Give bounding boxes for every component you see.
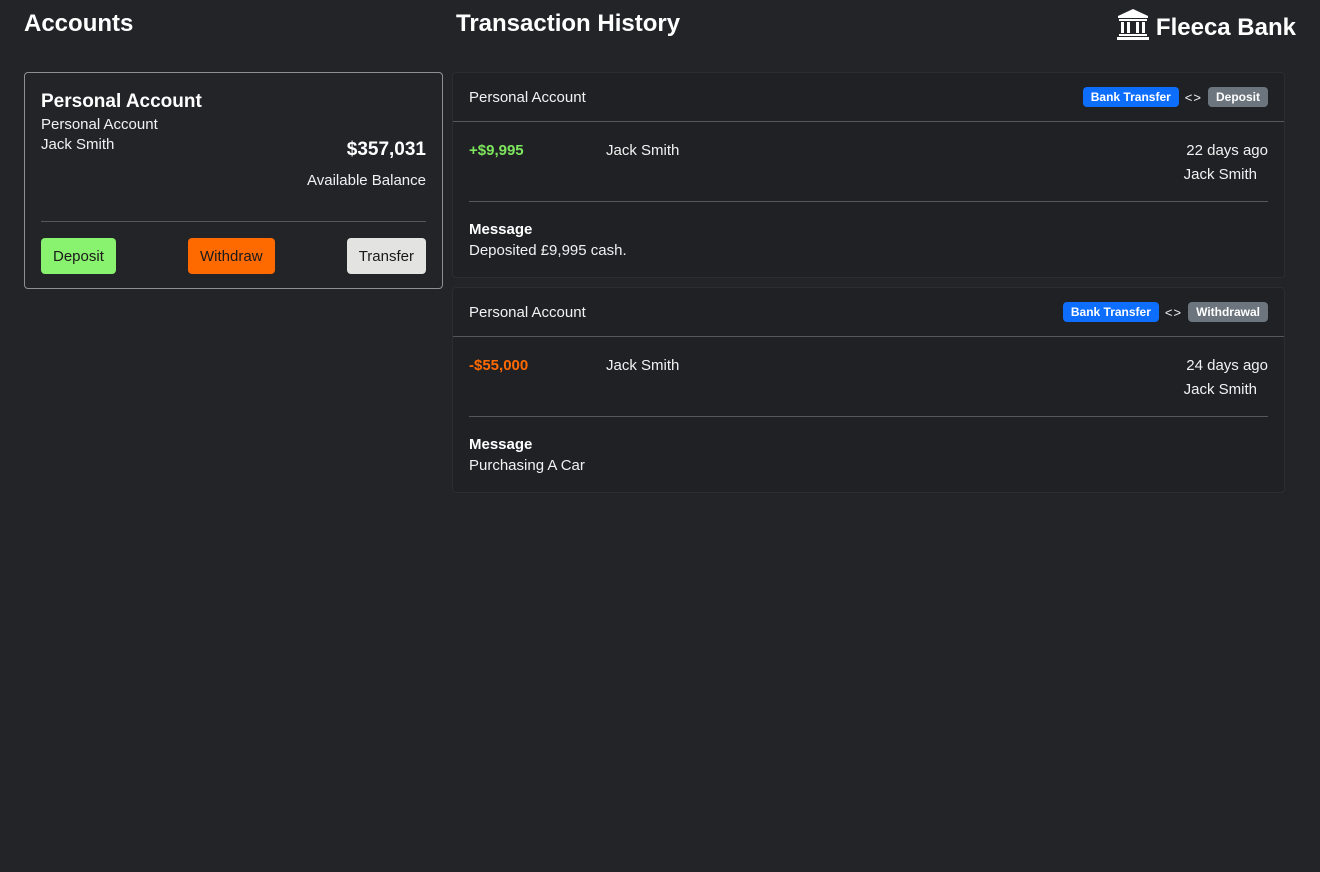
transaction-amount: +$9,995 xyxy=(469,142,524,159)
transaction-account: Personal Account xyxy=(469,303,586,321)
transfer-button[interactable]: Transfer xyxy=(346,238,426,274)
account-divider xyxy=(41,221,426,222)
transaction-badges: Bank Transfer <> Deposit xyxy=(1082,87,1268,107)
transaction-party: Jack Smith xyxy=(606,357,680,374)
direction-arrows: <> xyxy=(1164,304,1183,320)
transaction-issuer: Jack Smith xyxy=(1183,381,1257,398)
balance-label: Available Balance xyxy=(307,172,426,189)
message-text: Purchasing A Car xyxy=(469,457,585,474)
withdraw-button[interactable]: Withdraw xyxy=(188,238,275,274)
transaction-message: Message Deposited £9,995 cash. xyxy=(453,202,1284,261)
brand-logo: Fleeca Bank xyxy=(1116,8,1296,47)
account-actions: Deposit Withdraw Transfer xyxy=(41,238,426,274)
transaction-history-heading: Transaction History xyxy=(456,10,681,37)
brand-name: Fleeca Bank xyxy=(1155,13,1296,41)
transaction-message: Message Purchasing A Car xyxy=(453,417,1284,476)
transaction-party: Jack Smith xyxy=(606,142,680,159)
account-type: Personal Account xyxy=(41,116,158,133)
type-badge: Withdrawal xyxy=(1188,302,1268,322)
direction-arrows: <> xyxy=(1184,89,1202,105)
account-title: Personal Account xyxy=(41,91,202,112)
transaction-card: Personal Account Bank Transfer <> Deposi… xyxy=(452,72,1285,278)
transaction-date: 24 days ago xyxy=(1186,357,1268,374)
deposit-button[interactable]: Deposit xyxy=(41,238,116,274)
message-label: Message xyxy=(469,436,533,453)
transaction-card: Personal Account Bank Transfer <> Withdr… xyxy=(452,287,1285,493)
transaction-account: Personal Account xyxy=(469,88,586,106)
method-badge: Bank Transfer xyxy=(1082,87,1179,107)
transaction-header: Personal Account Bank Transfer <> Withdr… xyxy=(453,288,1284,337)
type-badge: Deposit xyxy=(1207,87,1268,107)
bank-building-icon xyxy=(1116,8,1150,47)
method-badge: Bank Transfer xyxy=(1062,302,1159,322)
transaction-date: 22 days ago xyxy=(1186,142,1268,159)
transaction-body: +$9,995 Jack Smith 22 days ago Jack Smit… xyxy=(469,122,1268,202)
transaction-badges: Bank Transfer <> Withdrawal xyxy=(1062,302,1268,322)
transaction-issuer: Jack Smith xyxy=(1183,166,1257,183)
transaction-header: Personal Account Bank Transfer <> Deposi… xyxy=(453,73,1284,122)
accounts-heading: Accounts xyxy=(24,10,134,37)
transaction-amount: -$55,000 xyxy=(469,357,529,374)
transaction-body: -$55,000 Jack Smith 24 days ago Jack Smi… xyxy=(469,337,1268,417)
account-card[interactable]: Personal Account Personal Account Jack S… xyxy=(24,72,443,289)
banking-app: Accounts Transaction History Fleeca Bank… xyxy=(0,0,1320,872)
message-text: Deposited £9,995 cash. xyxy=(469,242,627,259)
message-label: Message xyxy=(469,221,533,238)
account-balance: $357,031 xyxy=(346,139,426,160)
